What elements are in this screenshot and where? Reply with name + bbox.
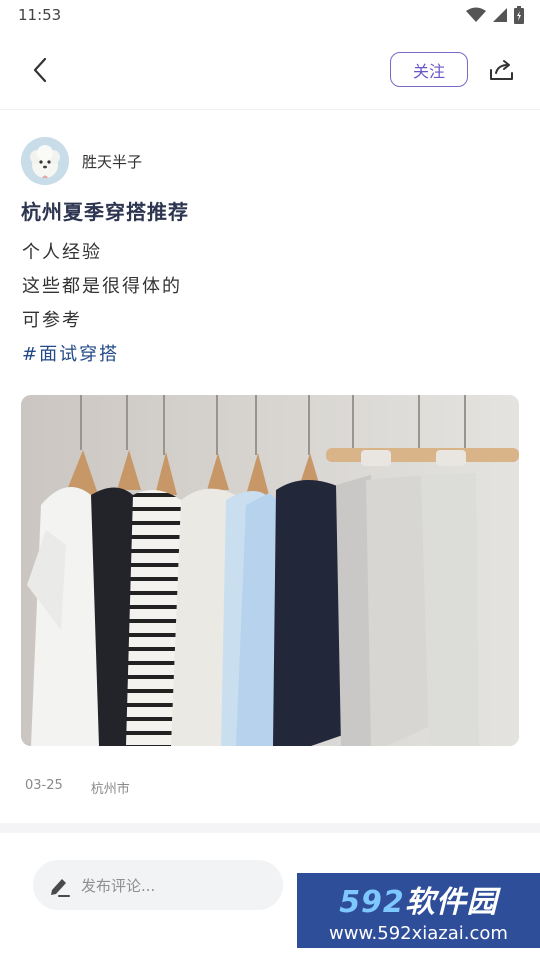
avatar[interactable] — [21, 137, 69, 185]
author-name[interactable]: 胜天半子 — [82, 151, 142, 172]
post-meta: 03-25 杭州市 — [25, 778, 130, 797]
status-icons — [466, 6, 524, 24]
post-line: 这些都是很得体的 — [22, 276, 182, 297]
comment-input[interactable]: 发布评论... — [33, 860, 283, 910]
post-line: 可参考 — [22, 310, 82, 331]
status-time: 11:53 — [18, 6, 62, 24]
wifi-icon — [466, 7, 486, 22]
share-icon — [490, 60, 513, 80]
post-date: 03-25 — [25, 778, 63, 793]
signal-icon — [493, 8, 507, 22]
pencil-icon — [51, 879, 70, 897]
watermark-brand-text: 软件园 — [404, 885, 498, 920]
battery-icon — [514, 6, 524, 24]
status-bar: 11:53 — [0, 0, 540, 32]
author-row[interactable]: 胜天半子 — [21, 137, 142, 185]
watermark: 592软件园 www.592xiazai.com — [297, 873, 540, 948]
post-image[interactable] — [21, 395, 519, 746]
watermark-brand-num: 592 — [339, 885, 405, 920]
post-tag[interactable]: #面试穿搭 — [22, 338, 182, 372]
post-title: 杭州夏季穿搭推荐 — [21, 200, 189, 224]
post-body: 个人经验 这些都是很得体的 可参考 #面试穿搭 — [22, 236, 182, 372]
chevron-left-icon — [33, 57, 47, 83]
follow-button[interactable]: 关注 — [390, 52, 468, 87]
comment-placeholder: 发布评论... — [81, 876, 156, 895]
post-line: 个人经验 — [22, 242, 102, 263]
section-divider — [0, 823, 540, 833]
share-button[interactable] — [484, 52, 520, 88]
back-button[interactable] — [22, 52, 58, 88]
top-bar: 关注 — [0, 32, 540, 110]
watermark-url: www.592xiazai.com — [329, 923, 508, 944]
post-location: 杭州市 — [90, 782, 130, 797]
watermark-brand: 592软件园 — [339, 877, 498, 921]
